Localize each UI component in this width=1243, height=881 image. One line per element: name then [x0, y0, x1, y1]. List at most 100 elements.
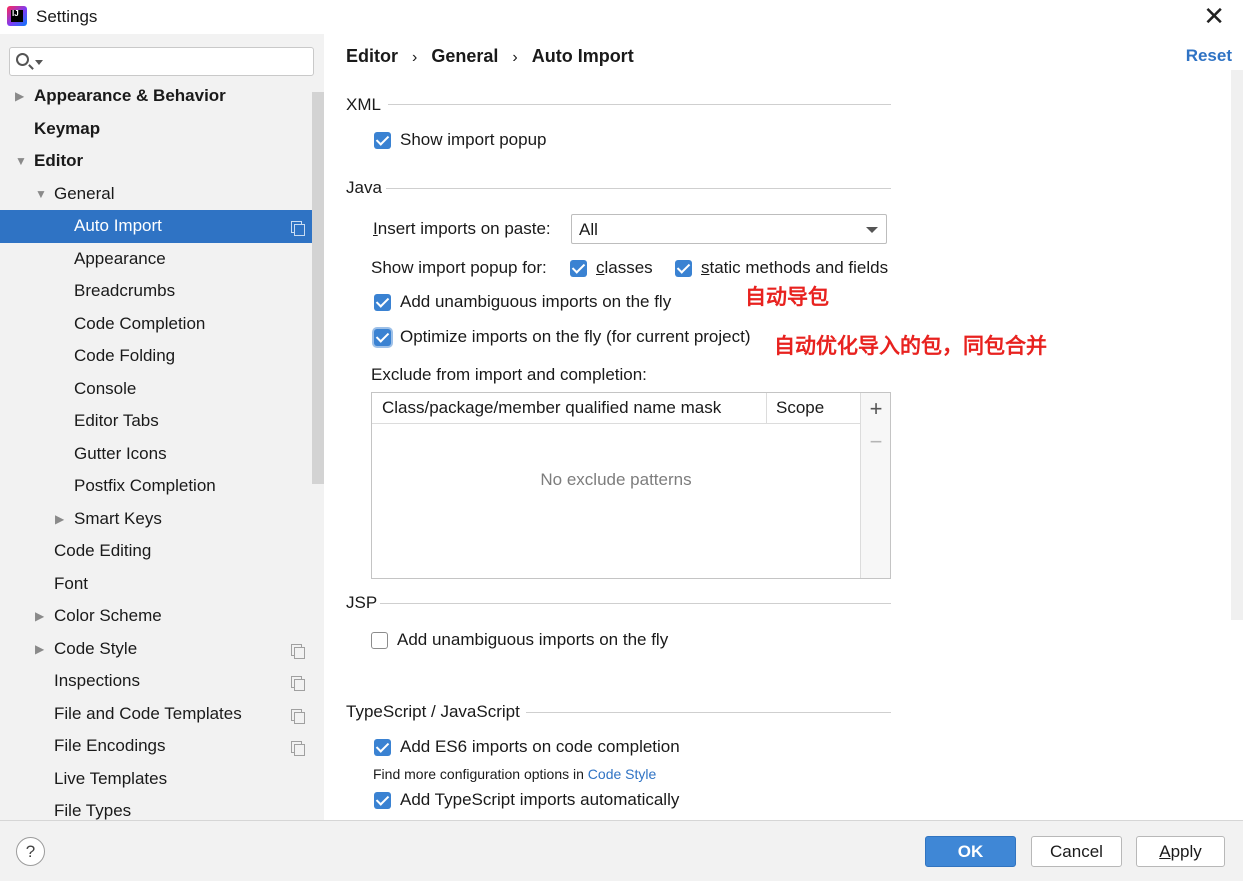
sidebar-item-label: Appearance	[74, 248, 166, 268]
checkbox-checked-icon[interactable]	[374, 131, 391, 149]
empty-table-text: No exclude patterns	[540, 470, 692, 489]
add-icon[interactable]: +	[861, 394, 891, 424]
popup-for-static[interactable]: static methods and fields	[675, 258, 888, 278]
sidebar-item-live-templates[interactable]: Live Templates	[0, 763, 312, 796]
ts-add-auto[interactable]: Add TypeScript imports automatically	[374, 790, 679, 810]
sidebar-item-editor-tabs[interactable]: Editor Tabs	[0, 405, 312, 438]
checkbox-checked-icon[interactable]	[374, 293, 391, 311]
sidebar-item-auto-import[interactable]: Auto Import	[0, 210, 324, 243]
column-divider[interactable]	[766, 393, 767, 424]
sidebar-item-inspections[interactable]: Inspections	[0, 665, 312, 698]
jsp-add-unambiguous[interactable]: Add unambiguous imports on the fly	[371, 630, 668, 650]
project-settings-icon	[291, 643, 305, 659]
sidebar-item-label: Code Style	[54, 638, 138, 658]
sidebar-item-appearance-behavior[interactable]: ▶ Appearance & Behavior	[0, 80, 312, 113]
sidebar-item-code-editing[interactable]: Code Editing	[0, 535, 312, 568]
sidebar-item-label: Auto Import	[74, 216, 162, 235]
section-title-xml: XML	[346, 95, 381, 114]
intellij-idea-icon: IJ	[7, 6, 27, 26]
popup-for-label: Show import popup for:	[371, 258, 547, 277]
search-input[interactable]	[46, 50, 306, 73]
search-icon	[16, 53, 29, 66]
checkbox-label: Add unambiguous imports on the fly	[397, 630, 669, 649]
sidebar-item-label: Postfix Completion	[74, 476, 216, 495]
sidebar-item-label: File and Code Templates	[54, 703, 242, 723]
breadcrumb-item: General	[431, 46, 499, 66]
column-header-mask[interactable]: Class/package/member qualified name mask	[382, 398, 721, 418]
sidebar-scrollbar[interactable]	[312, 92, 324, 484]
popup-for-classes[interactable]: classes	[570, 258, 653, 278]
checkbox-checked-icon[interactable]	[374, 791, 391, 809]
code-style-link[interactable]: Code Style	[588, 766, 656, 782]
checkbox-checked-icon[interactable]	[570, 259, 587, 277]
select-value: All	[579, 220, 598, 239]
checkbox-label: Optimize imports on the fly (for current…	[400, 327, 751, 346]
sidebar-item-label: Gutter Icons	[74, 443, 167, 463]
java-add-unambiguous[interactable]: Add unambiguous imports on the fly	[374, 292, 671, 312]
section-divider	[380, 603, 891, 604]
chevron-right-icon[interactable]: ▶	[35, 600, 44, 632]
sidebar-item-postfix-completion[interactable]: Postfix Completion	[0, 470, 312, 503]
apply-button[interactable]: Apply	[1136, 836, 1225, 867]
settings-sidebar: ▶ Appearance & Behavior Keymap ▼ Editor ▼ Gene…	[0, 34, 324, 820]
sidebar-item-console[interactable]: Console	[0, 373, 312, 406]
ts-add-es6[interactable]: Add ES6 imports on code completion	[374, 737, 680, 757]
checkbox-label: static methods and fields	[701, 258, 889, 277]
sidebar-item-code-completion[interactable]: Code Completion	[0, 308, 312, 341]
sidebar-item-file-encodings[interactable]: File Encodings	[0, 730, 312, 763]
remove-icon[interactable]: −	[861, 427, 891, 457]
table-header: Class/package/member qualified name mask…	[372, 393, 860, 424]
sidebar-item-smart-keys[interactable]: ▶ Smart Keys	[0, 503, 312, 536]
section-divider	[526, 712, 891, 713]
column-header-scope[interactable]: Scope	[776, 398, 824, 418]
chevron-down-icon[interactable]: ▼	[35, 178, 47, 210]
breadcrumb-item: Auto Import	[531, 46, 634, 66]
sidebar-item-label: Smart Keys	[74, 508, 162, 528]
chevron-down-icon[interactable]: ▼	[15, 145, 27, 177]
checkbox-checked-icon[interactable]	[374, 328, 391, 346]
sidebar-item-editor[interactable]: ▼ Editor	[0, 145, 312, 178]
project-settings-icon	[291, 741, 305, 756]
section-title-jsp: JSP	[346, 593, 378, 612]
content-scrollbar[interactable]	[1231, 70, 1243, 620]
xml-show-import-popup[interactable]: Show import popup	[374, 130, 546, 150]
exclude-label: Exclude from import and completion:	[371, 365, 647, 384]
section-divider	[386, 188, 891, 189]
sidebar-item-code-style[interactable]: ▶ Code Style	[0, 633, 312, 666]
annotation-auto-import: 自动导包	[745, 285, 829, 309]
sidebar-item-file-and-code-templates[interactable]: File and Code Templates	[0, 698, 312, 731]
sidebar-item-color-scheme[interactable]: ▶ Color Scheme	[0, 600, 312, 633]
insert-on-paste-label: Insert imports on paste:	[373, 219, 551, 238]
sidebar-item-label: Code Editing	[54, 541, 152, 560]
checkbox-unchecked-icon[interactable]	[371, 631, 388, 649]
breadcrumb-item: Editor	[346, 46, 398, 66]
sidebar-item-keymap[interactable]: Keymap	[0, 113, 312, 146]
sidebar-item-label: Editor	[34, 151, 84, 170]
help-button[interactable]: ?	[16, 837, 45, 866]
insert-on-paste-select[interactable]: All	[571, 214, 887, 244]
sidebar-item-breadcrumbs[interactable]: Breadcrumbs	[0, 275, 312, 308]
search-box[interactable]	[9, 47, 314, 76]
section-title-typescript: TypeScript / JavaScript	[346, 702, 520, 721]
chevron-down-icon[interactable]	[35, 60, 43, 65]
chevron-right-icon[interactable]: ▶	[35, 633, 44, 665]
sidebar-item-gutter-icons[interactable]: Gutter Icons	[0, 438, 312, 471]
java-optimize-imports[interactable]: Optimize imports on the fly (for current…	[374, 327, 751, 347]
sidebar-item-general[interactable]: ▼ General	[0, 178, 312, 211]
sidebar-item-font[interactable]: Font	[0, 568, 312, 601]
checkbox-checked-icon[interactable]	[675, 259, 692, 277]
ok-button[interactable]: OK	[925, 836, 1016, 867]
exclude-table[interactable]: Class/package/member qualified name mask…	[371, 392, 891, 579]
chevron-right-icon[interactable]: ▶	[55, 503, 64, 535]
sidebar-item-file-types[interactable]: File Types	[0, 795, 312, 820]
checkbox-checked-icon[interactable]	[374, 738, 391, 756]
reset-link[interactable]: Reset	[1186, 46, 1232, 66]
sidebar-item-code-folding[interactable]: Code Folding	[0, 340, 312, 373]
cancel-button[interactable]: Cancel	[1031, 836, 1122, 867]
checkbox-label: Show import popup	[400, 130, 547, 149]
dialog-footer: ? OK Cancel Apply	[0, 820, 1243, 881]
sidebar-item-appearance[interactable]: Appearance	[0, 243, 312, 276]
chevron-right-icon[interactable]: ▶	[15, 80, 24, 112]
title-bar: IJ Settings ✕	[0, 0, 1243, 34]
close-icon[interactable]: ✕	[1203, 2, 1225, 30]
